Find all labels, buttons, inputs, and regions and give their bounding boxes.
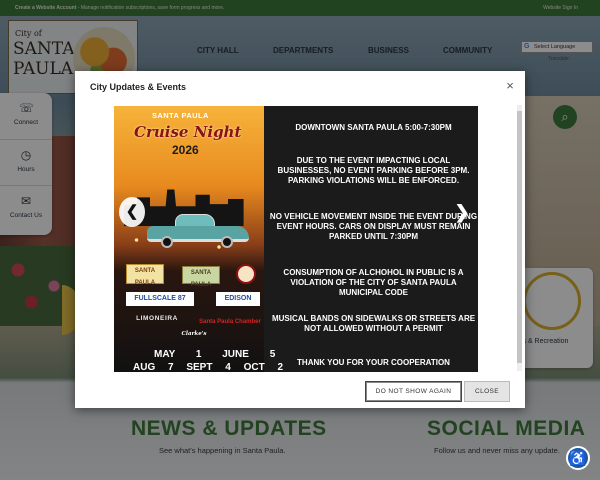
carousel-next-button[interactable]: ❯ xyxy=(449,197,475,227)
close-icon[interactable]: × xyxy=(503,79,517,93)
flyer-dates-line-1: MAY 1 JUNE 5 xyxy=(154,349,276,360)
sponsor-logo: Clarke's xyxy=(181,331,207,337)
flyer-notice: DOWNTOWN SANTA PAULA 5:00-7:30PM xyxy=(295,123,452,132)
flyer-event-year: 2026 xyxy=(172,143,199,157)
flyer-notice: NO VEHICLE MOVEMENT INSIDE THE EVENT DUR… xyxy=(269,212,478,241)
flyer-notice: THANK YOU FOR YOUR COOPERATION xyxy=(297,358,450,367)
sponsor-logos: SANTA PAULA SANTA PAULA FULLSCALE 87 EDI… xyxy=(126,264,266,344)
car-wheel xyxy=(221,236,233,248)
sponsor-seal-logo xyxy=(236,264,256,284)
flyer-event-title: SANTA PAULA xyxy=(152,111,209,120)
car-wheel xyxy=(161,236,173,248)
flyer-dates-line-2: AUG 7 SEPT 4 OCT 2 xyxy=(133,362,284,372)
sponsor-logo: Santa Paula Chamber xyxy=(199,319,261,325)
flyer-notice: DUE TO THE EVENT IMPACTING LOCAL BUSINES… xyxy=(277,156,470,185)
carousel-prev-button[interactable]: ❮ xyxy=(119,197,145,227)
sponsor-logo: LIMONEIRA xyxy=(136,315,178,322)
accessibility-button[interactable]: ♿ xyxy=(566,446,590,470)
modal-scrollbar[interactable] xyxy=(517,105,522,371)
event-flyer-image: SANTA PAULA Cruise Night 2026 SANTA PAUL… xyxy=(114,106,478,372)
sponsor-logo: FULLSCALE 87 xyxy=(126,292,194,306)
do-not-show-again-button[interactable]: DO NOT SHOW AGAIN xyxy=(365,381,462,402)
flyer-notice: CONSUMPTION OF ALCHOHOL IN PUBLIC IS A V… xyxy=(283,268,464,297)
classic-car-icon xyxy=(147,214,249,248)
sponsor-logo: SANTA PAULA xyxy=(126,264,164,286)
flyer-event-script: Cruise Night xyxy=(134,123,242,141)
flyer-notice: MUSICAL BANDS ON SIDEWALKS OR STREETS AR… xyxy=(271,314,476,333)
sponsor-logo: EDISON xyxy=(216,292,260,306)
accessibility-icon: ♿ xyxy=(569,450,587,466)
scrollbar-thumb[interactable] xyxy=(517,111,522,363)
city-updates-modal: City Updates & Events × SANTA PAULA Crui… xyxy=(75,71,525,408)
sponsor-logo: SANTA PAULA xyxy=(182,266,220,288)
close-button[interactable]: CLOSE xyxy=(464,381,510,402)
modal-title: City Updates & Events xyxy=(90,82,187,92)
